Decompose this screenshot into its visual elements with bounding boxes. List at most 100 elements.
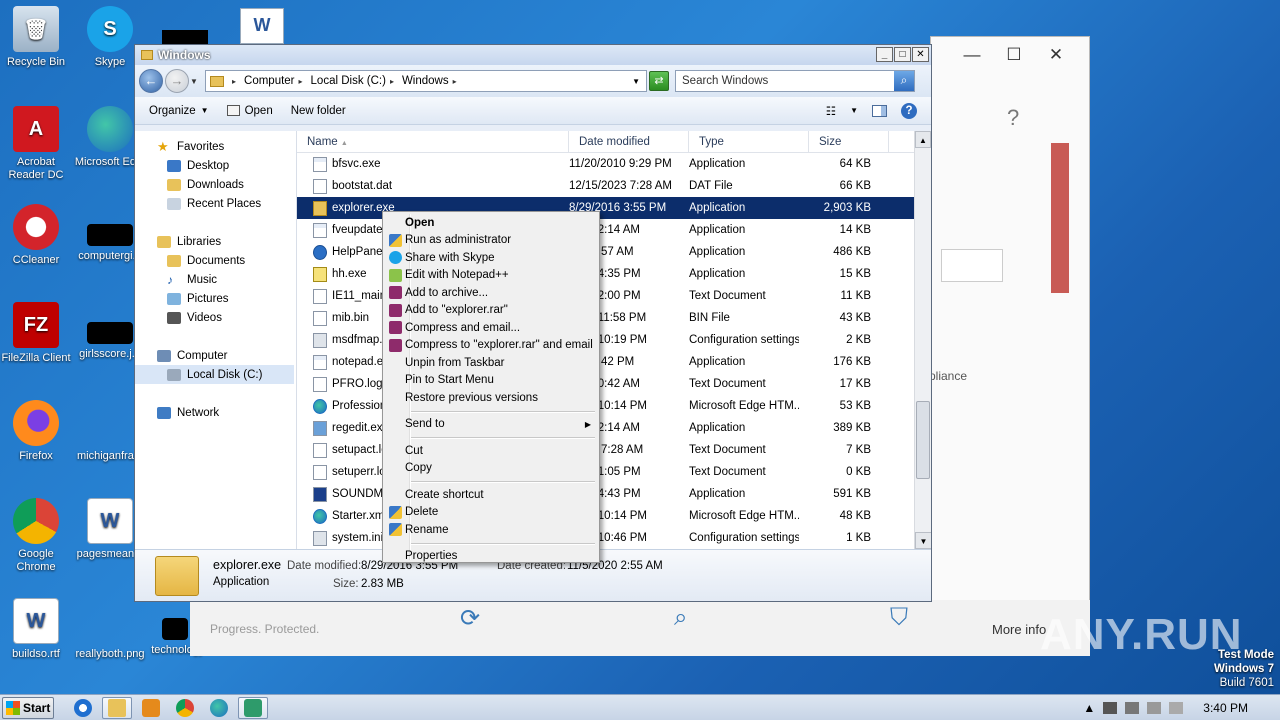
address-bar[interactable]: ▸ Computer ▸ Local Disk (C:) ▸ Windows ▸… xyxy=(205,70,647,92)
open-button[interactable]: Open xyxy=(226,105,273,117)
action-center-icon[interactable] xyxy=(1147,701,1162,714)
close-button[interactable]: ✕ xyxy=(912,47,929,62)
desktop-icon-reallyboth[interactable]: reallyboth.png xyxy=(74,598,146,661)
address-dropdown-icon[interactable]: ▼ xyxy=(632,77,640,86)
forward-button[interactable]: → xyxy=(165,69,189,93)
search-icon[interactable]: ⌕ xyxy=(674,604,687,632)
desktop-icon-chrome[interactable]: Google Chrome xyxy=(0,498,72,574)
nav-downloads[interactable]: Downloads xyxy=(135,175,296,194)
search-box[interactable]: Search Windows ⌕ xyxy=(675,70,915,92)
menu-item-pin-start[interactable]: Pin to Start Menu xyxy=(385,372,597,390)
menu-item-restore-versions[interactable]: Restore previous versions xyxy=(385,389,597,407)
chevron-right-icon[interactable]: ▸ xyxy=(299,77,303,86)
taskbar-edge[interactable] xyxy=(204,697,234,719)
menu-item-run-as-admin[interactable]: Run as administrator xyxy=(385,232,597,250)
menu-item-unpin-taskbar[interactable]: Unpin from Taskbar xyxy=(385,354,597,372)
application-icon xyxy=(313,222,327,238)
shield-icon[interactable]: ⛉ xyxy=(890,604,908,632)
scroll-up-icon[interactable]: ▲ xyxy=(915,131,931,148)
refresh-button[interactable]: ⇄ xyxy=(649,71,669,91)
menu-item-copy[interactable]: Copy xyxy=(385,460,597,478)
menu-item-delete[interactable]: Delete xyxy=(385,504,597,522)
maximize-button[interactable]: □ xyxy=(894,47,911,62)
more-info-link[interactable]: More info xyxy=(992,622,1046,637)
table-row[interactable]: bfsvc.exe 11/20/2010 9:29 PM Application 64… xyxy=(297,153,931,175)
minimize-icon[interactable]: — xyxy=(951,45,993,65)
clock[interactable]: 3:40 PM xyxy=(1203,701,1248,715)
organize-button[interactable]: Organize ▼ xyxy=(149,105,209,117)
menu-item-open[interactable]: Open xyxy=(385,214,597,232)
column-header-type[interactable]: Type xyxy=(689,131,809,152)
menu-item-share-skype[interactable]: Share with Skype xyxy=(385,249,597,267)
scroll-down-icon[interactable]: ▼ xyxy=(915,532,931,549)
menu-item-create-shortcut[interactable]: Create shortcut xyxy=(385,486,597,504)
nav-desktop[interactable]: Desktop xyxy=(135,156,296,175)
vertical-scrollbar[interactable]: ▲ ▼ xyxy=(914,131,931,549)
chevron-down-icon[interactable]: ▼ xyxy=(850,106,858,115)
recent-pages-dropdown[interactable]: ▼ xyxy=(189,77,199,86)
explorer-large-icon xyxy=(155,556,199,596)
menu-item-add-to-archive[interactable]: Add to archive... xyxy=(385,284,597,302)
menu-item-cut[interactable]: Cut xyxy=(385,442,597,460)
chevron-right-icon[interactable]: ▸ xyxy=(232,77,236,86)
desktop-icon-acrobat[interactable]: A Acrobat Reader DC xyxy=(0,106,72,182)
search-icon[interactable]: ⌕ xyxy=(894,71,914,91)
change-view-icon[interactable]: ☷ xyxy=(826,104,836,118)
taskbar-app[interactable] xyxy=(238,696,268,719)
menu-item-rename[interactable]: Rename xyxy=(385,521,597,539)
search-input[interactable]: Search Windows xyxy=(676,75,894,87)
text-input[interactable] xyxy=(941,249,1003,282)
nav-local-disk[interactable]: Local Disk (C:) xyxy=(135,365,294,384)
new-folder-button[interactable]: New folder xyxy=(291,105,346,117)
help-icon[interactable]: ? xyxy=(901,102,917,119)
nav-music[interactable]: ♪ Music xyxy=(135,270,296,289)
menu-item-compress-rar-email[interactable]: Compress to "explorer.rar" and email xyxy=(385,337,597,355)
back-button[interactable]: ← xyxy=(139,69,163,93)
taskbar-explorer[interactable] xyxy=(102,696,132,719)
nav-pictures[interactable]: Pictures xyxy=(135,289,296,308)
desktop-icon-recycle-bin[interactable]: 🗑 Recycle Bin xyxy=(0,6,72,69)
nav-network[interactable]: Network xyxy=(135,403,296,422)
close-icon[interactable]: ✕ xyxy=(1035,45,1077,65)
nav-favorites[interactable]: ★ Favorites xyxy=(135,137,296,156)
menu-item-compress-email[interactable]: Compress and email... xyxy=(385,319,597,337)
show-hidden-icons-icon[interactable]: ▲ xyxy=(1083,701,1095,715)
preview-pane-icon[interactable] xyxy=(872,104,887,117)
menu-item-edit-notepadpp[interactable]: Edit with Notepad++ xyxy=(385,267,597,285)
taskbar-internet-explorer[interactable] xyxy=(68,697,98,719)
table-row[interactable]: bootstat.dat 12/15/2023 7:28 AM DAT File 66… xyxy=(297,175,931,197)
nav-documents[interactable]: Documents xyxy=(135,251,296,270)
taskbar-chrome[interactable] xyxy=(170,697,200,719)
volume-icon[interactable] xyxy=(1125,701,1140,714)
system-tray: ▲ 3:40 PM xyxy=(1083,701,1280,715)
help-icon[interactable]: ? xyxy=(1007,105,1019,131)
nav-recent-places[interactable]: Recent Places xyxy=(135,194,296,213)
column-header-date[interactable]: Date modified xyxy=(569,131,689,152)
taskbar-media-player[interactable] xyxy=(136,697,166,719)
nav-computer[interactable]: Computer xyxy=(135,346,296,365)
title-bar[interactable]: Windows _ □ ✕ xyxy=(135,45,931,65)
chevron-right-icon[interactable]: ▸ xyxy=(453,77,457,86)
desktop-icon-firefox[interactable]: Firefox xyxy=(0,400,72,463)
flag-icon[interactable] xyxy=(1169,701,1184,714)
menu-item-send-to[interactable]: Send to ▶ xyxy=(385,416,597,434)
breadcrumb-computer[interactable]: Computer xyxy=(244,75,295,87)
menu-item-add-to-rar[interactable]: Add to "explorer.rar" xyxy=(385,302,597,320)
scrollbar-thumb[interactable] xyxy=(916,401,930,479)
minimize-button[interactable]: _ xyxy=(876,47,893,62)
refresh-icon[interactable]: ⟳ xyxy=(460,604,480,633)
desktop-icon-filezilla[interactable]: FZ FileZilla Client xyxy=(0,302,72,365)
nav-libraries[interactable]: Libraries xyxy=(135,232,296,251)
column-header-size[interactable]: Size xyxy=(809,131,889,152)
breadcrumb-windows[interactable]: Windows xyxy=(402,75,449,87)
desktop-icon-ccleaner[interactable]: CCleaner xyxy=(0,204,72,267)
nav-videos[interactable]: Videos xyxy=(135,308,296,327)
desktop-icon-buildso[interactable]: W buildso.rtf xyxy=(0,598,72,661)
menu-item-properties[interactable]: Properties xyxy=(385,548,597,566)
start-button[interactable]: Start xyxy=(2,696,54,719)
network-icon[interactable] xyxy=(1103,701,1118,714)
column-header-name[interactable]: Name ▲ xyxy=(297,131,569,152)
chevron-right-icon[interactable]: ▸ xyxy=(390,77,394,86)
breadcrumb-local-disk[interactable]: Local Disk (C:) xyxy=(311,75,386,87)
maximize-icon[interactable]: ☐ xyxy=(993,45,1035,65)
